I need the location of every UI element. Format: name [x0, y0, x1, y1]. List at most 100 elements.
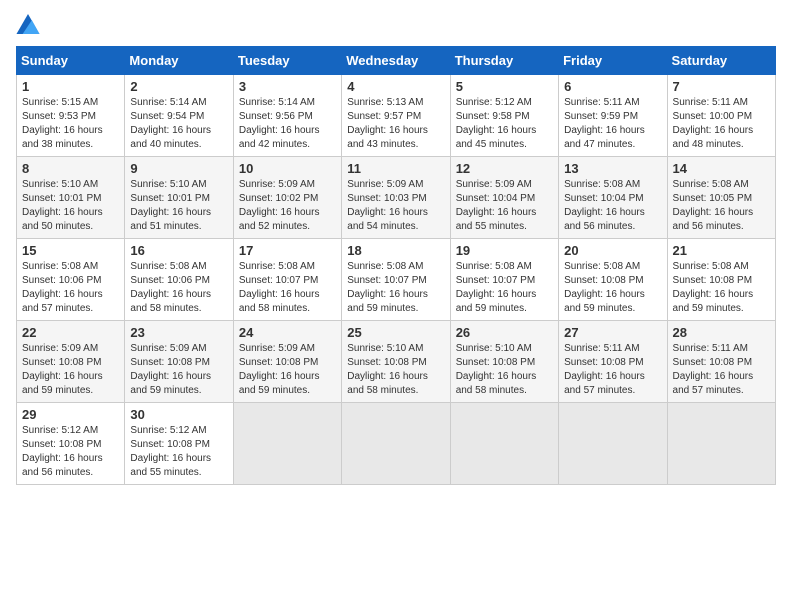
day-info: Sunrise: 5:13 AMSunset: 9:57 PMDaylight:…	[347, 96, 444, 152]
calendar-cell: 13 Sunrise: 5:08 AMSunset: 10:04 PMDaylig…	[559, 157, 667, 239]
calendar-cell: 8Sunrise: 5:10 AMSunset: 10:01 PMDayligh…	[17, 157, 125, 239]
day-number: 5	[456, 79, 553, 94]
day-info: Sunrise: 5:09 AMSunset: 10:08 PMDaylight…	[239, 342, 336, 398]
calendar-week-5: 29 Sunrise: 5:12 AMSunset: 10:08 PMDaylig…	[17, 403, 776, 485]
day-info: Sunrise: 5:08 AMSunset: 10:07 PMDaylight…	[456, 260, 553, 316]
calendar-cell: 1 Sunrise: 5:15 AMSunset: 9:53 PMDaylight…	[17, 75, 125, 157]
day-info: Sunrise: 5:14 AMSunset: 9:54 PMDaylight:…	[130, 96, 227, 152]
calendar-header-saturday: Saturday	[667, 47, 775, 75]
calendar-cell: 17 Sunrise: 5:08 AMSunset: 10:07 PMDaylig…	[233, 239, 341, 321]
day-number: 14	[673, 161, 770, 176]
day-number: 21	[673, 243, 770, 258]
day-number: 26	[456, 325, 553, 340]
day-number: 24	[239, 325, 336, 340]
calendar-cell	[342, 403, 450, 485]
calendar-cell: 12 Sunrise: 5:09 AMSunset: 10:04 PMDaylig…	[450, 157, 558, 239]
day-info: Sunrise: 5:08 AMSunset: 10:06 PMDaylight…	[130, 260, 227, 316]
calendar-cell	[233, 403, 341, 485]
day-number: 4	[347, 79, 444, 94]
day-number: 30	[130, 407, 227, 422]
day-number: 3	[239, 79, 336, 94]
day-number: 29	[22, 407, 119, 422]
day-info: Sunrise: 5:08 AMSunset: 10:08 PMDaylight…	[564, 260, 661, 316]
day-number: 8	[22, 161, 119, 176]
day-number: 10	[239, 161, 336, 176]
calendar-cell: 18 Sunrise: 5:08 AMSunset: 10:07 PMDaylig…	[342, 239, 450, 321]
calendar-cell: 11 Sunrise: 5:09 AMSunset: 10:03 PMDaylig…	[342, 157, 450, 239]
calendar-header-thursday: Thursday	[450, 47, 558, 75]
calendar-cell: 27Sunrise: 5:11 AMSunset: 10:08 PMDaylig…	[559, 321, 667, 403]
calendar-cell: 19 Sunrise: 5:08 AMSunset: 10:07 PMDaylig…	[450, 239, 558, 321]
day-number: 13	[564, 161, 661, 176]
day-info: Sunrise: 5:14 AMSunset: 9:56 PMDaylight:…	[239, 96, 336, 152]
day-number: 12	[456, 161, 553, 176]
day-info: Sunrise: 5:15 AMSunset: 9:53 PMDaylight:…	[22, 96, 119, 152]
day-number: 2	[130, 79, 227, 94]
day-number: 1	[22, 79, 119, 94]
calendar-header-tuesday: Tuesday	[233, 47, 341, 75]
calendar-cell: 24 Sunrise: 5:09 AMSunset: 10:08 PMDaylig…	[233, 321, 341, 403]
calendar-cell: 28 Sunrise: 5:11 AMSunset: 10:08 PMDaylig…	[667, 321, 775, 403]
calendar-cell: 14 Sunrise: 5:08 AMSunset: 10:05 PMDaylig…	[667, 157, 775, 239]
calendar-header-monday: Monday	[125, 47, 233, 75]
calendar-cell: 15Sunrise: 5:08 AMSunset: 10:06 PMDaylig…	[17, 239, 125, 321]
day-info: Sunrise: 5:09 AMSunset: 10:03 PMDaylight…	[347, 178, 444, 234]
day-number: 11	[347, 161, 444, 176]
calendar-header-wednesday: Wednesday	[342, 47, 450, 75]
day-number: 20	[564, 243, 661, 258]
day-info: Sunrise: 5:09 AMSunset: 10:02 PMDaylight…	[239, 178, 336, 234]
calendar-cell: 20 Sunrise: 5:08 AMSunset: 10:08 PMDaylig…	[559, 239, 667, 321]
calendar-cell: 16Sunrise: 5:08 AMSunset: 10:06 PMDaylig…	[125, 239, 233, 321]
logo	[16, 16, 44, 36]
calendar-cell: 26 Sunrise: 5:10 AMSunset: 10:08 PMDaylig…	[450, 321, 558, 403]
day-info: Sunrise: 5:11 AMSunset: 9:59 PMDaylight:…	[564, 96, 661, 152]
day-number: 18	[347, 243, 444, 258]
logo-icon	[16, 14, 40, 34]
calendar-cell: 2 Sunrise: 5:14 AMSunset: 9:54 PMDaylight…	[125, 75, 233, 157]
calendar-week-1: 1 Sunrise: 5:15 AMSunset: 9:53 PMDaylight…	[17, 75, 776, 157]
day-info: Sunrise: 5:08 AMSunset: 10:07 PMDaylight…	[347, 260, 444, 316]
calendar-cell	[559, 403, 667, 485]
day-number: 9	[130, 161, 227, 176]
calendar-cell: 5 Sunrise: 5:12 AMSunset: 9:58 PMDaylight…	[450, 75, 558, 157]
day-info: Sunrise: 5:08 AMSunset: 10:05 PMDaylight…	[673, 178, 770, 234]
calendar-cell: 23Sunrise: 5:09 AMSunset: 10:08 PMDaylig…	[125, 321, 233, 403]
page-header	[16, 16, 776, 36]
calendar-body: 1 Sunrise: 5:15 AMSunset: 9:53 PMDaylight…	[17, 75, 776, 485]
calendar-week-4: 22Sunrise: 5:09 AMSunset: 10:08 PMDaylig…	[17, 321, 776, 403]
calendar-cell: 9 Sunrise: 5:10 AMSunset: 10:01 PMDayligh…	[125, 157, 233, 239]
calendar-cell: 30 Sunrise: 5:12 AMSunset: 10:08 PMDaylig…	[125, 403, 233, 485]
day-info: Sunrise: 5:12 AMSunset: 9:58 PMDaylight:…	[456, 96, 553, 152]
calendar-cell: 10 Sunrise: 5:09 AMSunset: 10:02 PMDaylig…	[233, 157, 341, 239]
day-info: Sunrise: 5:12 AMSunset: 10:08 PMDaylight…	[130, 424, 227, 480]
calendar-cell: 3 Sunrise: 5:14 AMSunset: 9:56 PMDaylight…	[233, 75, 341, 157]
calendar-week-2: 8 Sunrise: 5:10 AMSunset: 10:01 PMDayligh…	[17, 157, 776, 239]
day-number: 27	[564, 325, 661, 340]
day-number: 28	[673, 325, 770, 340]
day-info: Sunrise: 5:08 AMSunset: 10:08 PMDaylight…	[673, 260, 770, 316]
day-info: Sunrise: 5:08 AMSunset: 10:04 PMDaylight…	[564, 178, 661, 234]
day-info: Sunrise: 5:08 AMSunset: 10:07 PMDaylight…	[239, 260, 336, 316]
calendar-cell: 22Sunrise: 5:09 AMSunset: 10:08 PMDaylig…	[17, 321, 125, 403]
day-info: Sunrise: 5:09 AMSunset: 10:08 PMDaylight…	[22, 342, 119, 398]
calendar-header-sunday: Sunday	[17, 47, 125, 75]
day-info: Sunrise: 5:10 AMSunset: 10:01 PMDaylight…	[130, 178, 227, 234]
calendar-table: SundayMondayTuesdayWednesdayThursdayFrid…	[16, 46, 776, 485]
calendar-cell: 25 Sunrise: 5:10 AMSunset: 10:08 PMDaylig…	[342, 321, 450, 403]
calendar-cell: 4 Sunrise: 5:13 AMSunset: 9:57 PMDaylight…	[342, 75, 450, 157]
day-info: Sunrise: 5:10 AMSunset: 10:08 PMDaylight…	[347, 342, 444, 398]
day-info: Sunrise: 5:11 AMSunset: 10:00 PMDaylight…	[673, 96, 770, 152]
day-info: Sunrise: 5:09 AMSunset: 10:08 PMDaylight…	[130, 342, 227, 398]
calendar-header-row: SundayMondayTuesdayWednesdayThursdayFrid…	[17, 47, 776, 75]
day-number: 17	[239, 243, 336, 258]
calendar-header-friday: Friday	[559, 47, 667, 75]
day-number: 15	[22, 243, 119, 258]
day-number: 7	[673, 79, 770, 94]
calendar-week-3: 15 Sunrise: 5:08 AMSunset: 10:06 PMDaylig…	[17, 239, 776, 321]
day-info: Sunrise: 5:10 AMSunset: 10:08 PMDaylight…	[456, 342, 553, 398]
day-number: 19	[456, 243, 553, 258]
calendar-cell: 29Sunrise: 5:12 AMSunset: 10:08 PMDaylig…	[17, 403, 125, 485]
day-info: Sunrise: 5:09 AMSunset: 10:04 PMDaylight…	[456, 178, 553, 234]
day-info: Sunrise: 5:11 AMSunset: 10:08 PMDaylight…	[673, 342, 770, 398]
day-number: 25	[347, 325, 444, 340]
